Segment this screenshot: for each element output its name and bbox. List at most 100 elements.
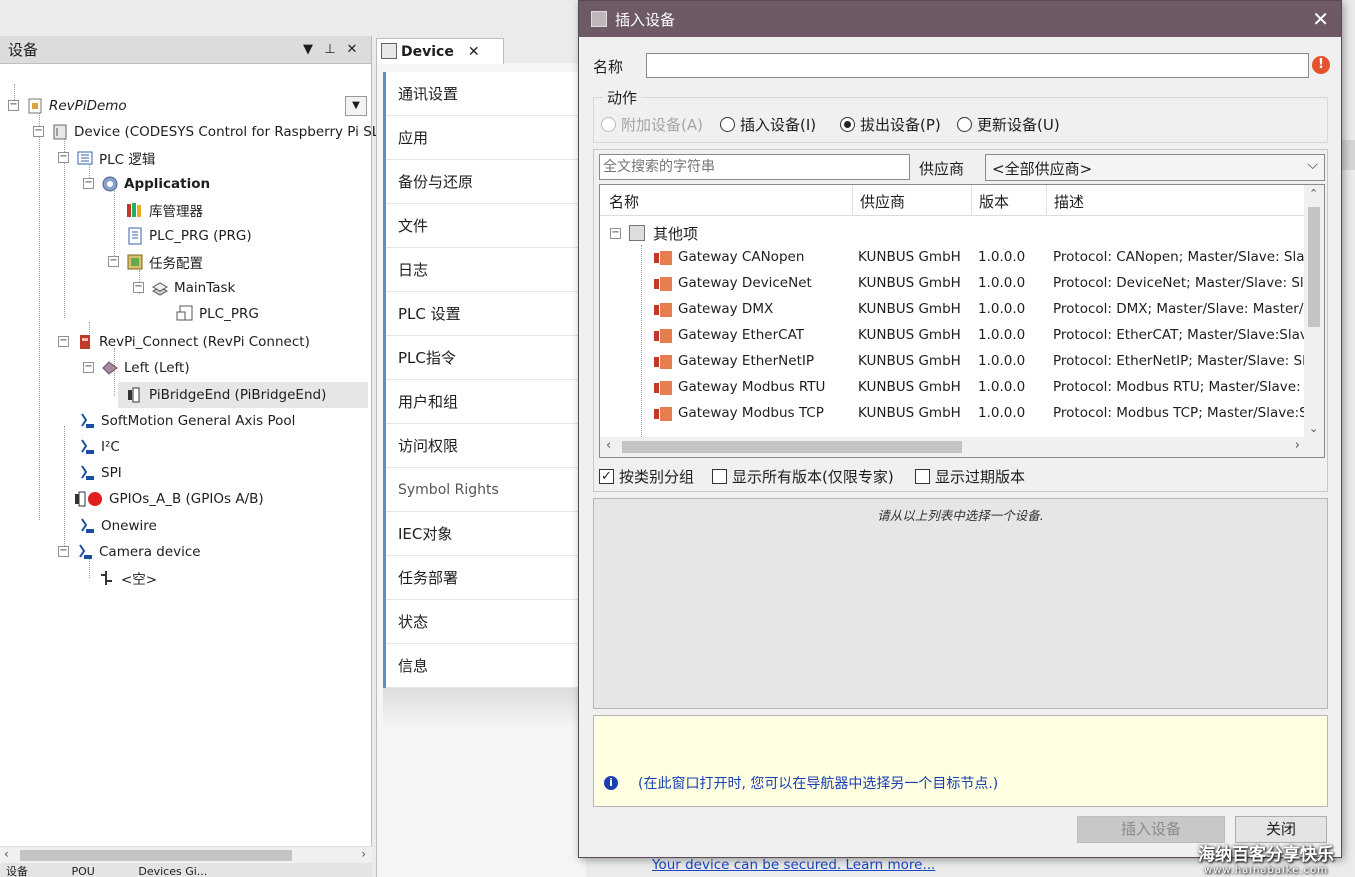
tree-node-plc-logic[interactable]: − PLC 逻辑 (58, 146, 155, 170)
pin-icon[interactable]: ⊥ (319, 42, 341, 57)
radio-append-device[interactable]: 附加设备(A) (601, 114, 703, 135)
show-outdated-versions-checkbox[interactable]: 显示过期版本 (915, 466, 1025, 487)
name-input[interactable] (646, 53, 1309, 78)
column-separator[interactable] (971, 185, 972, 216)
tree-dropdown-button[interactable]: ▼ (345, 96, 367, 116)
scroll-right-icon[interactable]: › (1295, 438, 1300, 453)
slot-icon (98, 569, 116, 587)
tree-horizontal-scrollbar[interactable]: ‹ › (0, 846, 372, 863)
column-header-version[interactable]: 版本 (979, 191, 1009, 212)
dialog-close-icon[interactable]: ✕ (1312, 7, 1329, 31)
device-vendor: KUNBUS GmbH (858, 301, 961, 317)
tree-node-library-manager[interactable]: 库管理器 (126, 198, 203, 222)
nav-item-users-groups[interactable]: 用户和组 (386, 380, 578, 424)
tree-node-plc-prg-call[interactable]: PLC_PRG (176, 302, 259, 326)
tree-node-application[interactable]: − Application (83, 172, 210, 196)
tree-node-i2c[interactable]: I²C (78, 435, 120, 459)
device-row[interactable]: Gateway EtherCAT KUNBUS GmbH 1.0.0.0 Pro… (600, 323, 1321, 349)
tree-node-spi[interactable]: SPI (78, 461, 122, 485)
tree-node-project[interactable]: − RevPiDemo (8, 94, 127, 118)
bottom-tab-pou[interactable]: POU (72, 865, 95, 877)
collapse-icon[interactable]: − (133, 282, 144, 293)
scroll-thumb[interactable] (20, 850, 292, 861)
tree-node-onewire[interactable]: Onewire (78, 514, 157, 538)
grid-vertical-scrollbar[interactable]: ⌃ ⌄ (1304, 185, 1324, 437)
bus-icon (78, 464, 96, 482)
device-row[interactable]: Gateway CANopen KUNBUS GmbH 1.0.0.0 Prot… (600, 245, 1324, 271)
nav-item-files[interactable]: 文件 (386, 204, 578, 248)
device-row[interactable]: Gateway Modbus RTU KUNBUS GmbH 1.0.0.0 P… (600, 375, 1324, 401)
dialog-titlebar[interactable]: 插入设备 (579, 1, 1341, 37)
panel-close-icon[interactable]: ✕ (341, 42, 363, 57)
device-row[interactable]: Gateway DeviceNet KUNBUS GmbH 1.0.0.0 Pr… (600, 271, 1324, 297)
collapse-icon[interactable]: − (58, 546, 69, 557)
column-separator[interactable] (1046, 185, 1047, 216)
collapse-icon[interactable]: − (33, 126, 44, 137)
nav-item-application[interactable]: 应用 (386, 116, 578, 160)
tree-node-pibridgeend[interactable]: PiBridgeEnd (PiBridgeEnd) (126, 383, 326, 407)
scroll-thumb[interactable] (1308, 207, 1320, 327)
scroll-down-icon[interactable]: ⌄ (1309, 422, 1318, 435)
device-row[interactable]: Gateway EtherNetIP KUNBUS GmbH 1.0.0.0 P… (600, 349, 1322, 375)
vendor-dropdown[interactable]: <全部供应商> ⌵ (985, 154, 1325, 181)
group-by-category-checkbox[interactable]: ✓ 按类别分组 (599, 466, 694, 487)
tree-label: Left (Left) (124, 360, 190, 376)
nav-item-task-deployment[interactable]: 任务部署 (386, 556, 578, 600)
nav-item-comm-settings[interactable]: 通讯设置 (386, 72, 578, 116)
column-separator[interactable] (852, 185, 853, 216)
column-header-vendor[interactable]: 供应商 (860, 191, 905, 212)
tree-node-device[interactable]: − Device (CODESYS Control for Raspberry … (33, 120, 385, 144)
scroll-up-icon[interactable]: ⌃ (1309, 187, 1318, 200)
bottom-tab-devices[interactable]: 设备 (6, 865, 28, 877)
collapse-icon[interactable]: − (83, 178, 94, 189)
radio-plug-device[interactable]: 拔出设备(P) (840, 114, 941, 135)
insert-device-button[interactable]: 插入设备 (1077, 816, 1225, 843)
nav-item-plc-commands[interactable]: PLC指令 (386, 336, 578, 380)
collapse-icon[interactable]: − (108, 256, 119, 267)
radio-insert-device[interactable]: 插入设备(I) (720, 114, 816, 135)
nav-item-plc-settings[interactable]: PLC 设置 (386, 292, 578, 336)
tree-node-plc-prg[interactable]: PLC_PRG (PRG) (126, 224, 252, 248)
scroll-left-icon[interactable]: ‹ (4, 847, 9, 861)
tab-close-icon[interactable]: ✕ (468, 44, 480, 60)
tree-node-softmotion[interactable]: SoftMotion General Axis Pool (78, 409, 295, 433)
collapse-icon[interactable]: − (58, 336, 69, 347)
device-row[interactable]: Gateway DMX KUNBUS GmbH 1.0.0.0 Protocol… (600, 297, 1324, 323)
show-all-versions-checkbox[interactable]: 显示所有版本(仅限专家) (712, 466, 894, 487)
nav-item-information[interactable]: 信息 (386, 644, 578, 688)
panel-menu-icon[interactable]: ▼ (297, 42, 319, 57)
collapse-icon[interactable]: − (8, 100, 19, 111)
tree-node-revpi-connect[interactable]: − RevPi_Connect (RevPi Connect) (58, 330, 310, 354)
nav-item-access-rights[interactable]: 访问权限 (386, 424, 578, 468)
tree-node-empty-slot[interactable]: <空> (98, 566, 157, 590)
collapse-icon[interactable]: − (610, 227, 621, 239)
collapse-icon[interactable]: − (58, 152, 69, 163)
gear-icon (101, 175, 119, 193)
fulltext-search-input[interactable] (599, 154, 910, 180)
scroll-right-icon[interactable]: › (361, 847, 366, 861)
revpi-icon (76, 333, 94, 351)
grid-horizontal-scrollbar[interactable]: ‹ › (600, 437, 1324, 457)
nav-item-symbol-rights[interactable]: Symbol Rights (386, 468, 578, 512)
nav-item-status[interactable]: 状态 (386, 600, 578, 644)
tree-node-task-config[interactable]: − 任务配置 (108, 250, 203, 274)
scroll-thumb[interactable] (622, 441, 962, 453)
editor-tab-device[interactable]: Device ✕ (376, 38, 504, 64)
column-header-description[interactable]: 描述 (1054, 191, 1084, 212)
column-header-name[interactable]: 名称 (609, 191, 639, 212)
nav-item-backup-restore[interactable]: 备份与还原 (386, 160, 578, 204)
device-row[interactable]: Gateway Modbus TCP KUNBUS GmbH 1.0.0.0 P… (600, 401, 1324, 427)
bottom-tab-devices-gi[interactable]: Devices Gi... (138, 865, 207, 877)
nav-item-log[interactable]: 日志 (386, 248, 578, 292)
category-row-other[interactable]: − 其他项 (610, 221, 698, 245)
tree-node-gpios[interactable]: GPIOs_A_B (GPIOs A/B) (74, 487, 264, 511)
tree-node-camera[interactable]: − Camera device (58, 540, 201, 564)
radio-update-device[interactable]: 更新设备(U) (957, 114, 1060, 135)
scroll-left-icon[interactable]: ‹ (606, 438, 611, 453)
close-button[interactable]: 关闭 (1235, 816, 1327, 843)
secure-device-link[interactable]: Your device can be secured. Learn more..… (652, 857, 935, 873)
collapse-icon[interactable]: − (83, 362, 94, 373)
nav-item-iec-objects[interactable]: IEC对象 (386, 512, 578, 556)
tree-node-maintask[interactable]: − MainTask (133, 276, 235, 300)
tree-node-left[interactable]: − Left (Left) (83, 356, 190, 380)
